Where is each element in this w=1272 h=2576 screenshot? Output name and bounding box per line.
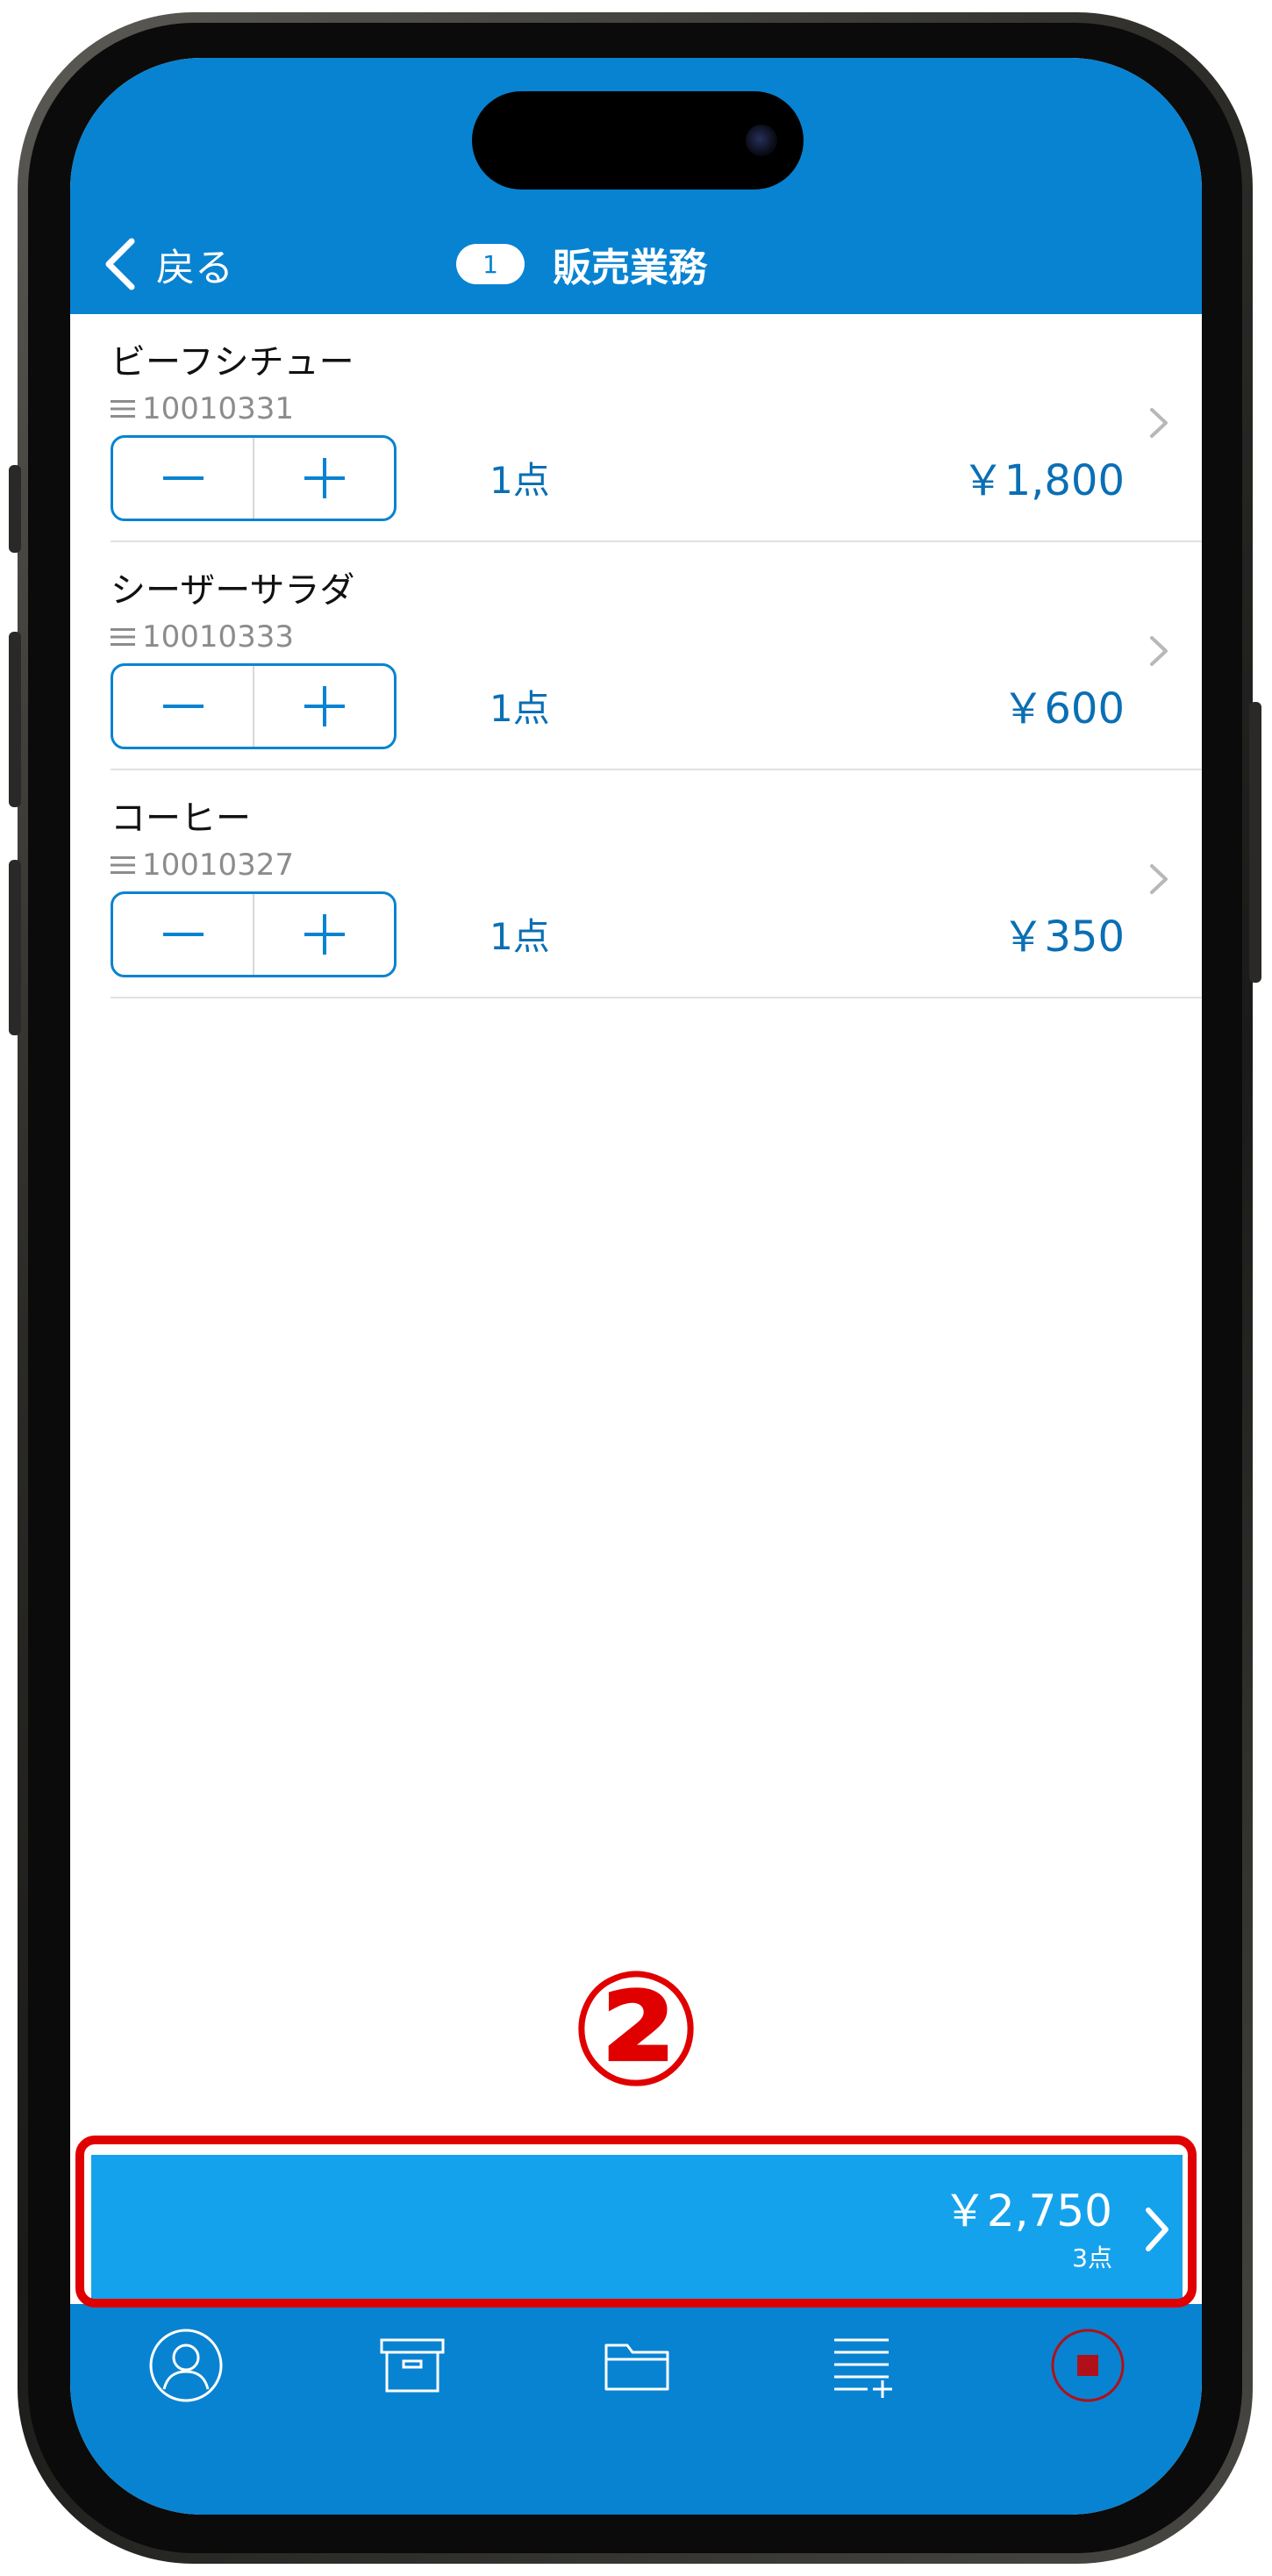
- chevron-right-icon: [1150, 864, 1168, 894]
- back-button[interactable]: 戻る: [102, 233, 233, 295]
- page-title: 販売業務: [553, 246, 707, 290]
- item-name: ビーフシチュー: [111, 342, 354, 383]
- folder-icon: [604, 2343, 669, 2391]
- menu-lines-icon: [111, 856, 135, 874]
- plus-icon: [304, 686, 345, 726]
- volume-down-button: [9, 860, 21, 1035]
- camera-icon: [746, 125, 777, 156]
- item-code: 10010327: [142, 848, 295, 883]
- plus-icon: [304, 914, 345, 955]
- increment-button[interactable]: [254, 666, 394, 747]
- item-code: 10010333: [142, 619, 295, 655]
- menu-lines-icon: [111, 400, 135, 418]
- power-button: [1249, 702, 1261, 983]
- decrement-button[interactable]: [113, 666, 254, 747]
- back-label: 戻る: [156, 246, 233, 290]
- item-price: ￥350: [1002, 912, 1125, 962]
- increment-button[interactable]: [254, 438, 394, 519]
- chevron-right-icon: [1150, 636, 1168, 666]
- tab-list-add[interactable]: [818, 2322, 905, 2409]
- quantity-stepper: [111, 891, 397, 977]
- tab-stop[interactable]: [1044, 2322, 1132, 2409]
- item-quantity: 1点: [490, 687, 550, 730]
- increment-button[interactable]: [254, 894, 394, 975]
- list-item[interactable]: シーザーサラダ 10010333 1点 ￥600: [70, 542, 1202, 770]
- tab-folder[interactable]: [593, 2322, 681, 2409]
- app-screen: 戻る 1 販売業務 ビーフシチュー 10010331 1点 ￥1,800 シーザ…: [70, 58, 1202, 2515]
- nav-title-group: 1 販売業務: [456, 233, 707, 295]
- plus-icon: [304, 458, 345, 498]
- tab-archive[interactable]: [368, 2322, 456, 2409]
- action-button: [9, 465, 21, 553]
- item-code-row: 10010331: [111, 391, 294, 426]
- annotation-highlight-box: [75, 2136, 1197, 2308]
- archive-box-icon: [380, 2338, 445, 2393]
- item-quantity: 1点: [490, 915, 550, 958]
- volume-up-button: [9, 632, 21, 807]
- list-item[interactable]: ビーフシチュー 10010331 1点 ￥1,800: [70, 314, 1202, 542]
- item-name: コーヒー: [111, 798, 251, 839]
- decrement-button[interactable]: [113, 438, 254, 519]
- dynamic-island: [472, 91, 804, 190]
- chevron-left-icon: [105, 238, 135, 290]
- stop-icon: [1051, 2329, 1125, 2402]
- divider: [111, 997, 1202, 998]
- tab-customer[interactable]: [142, 2322, 230, 2409]
- item-code: 10010331: [142, 391, 295, 426]
- quantity-stepper: [111, 435, 397, 521]
- nav-bar: 戻る 1 販売業務: [70, 58, 1202, 314]
- item-code-row: 10010333: [111, 619, 294, 655]
- item-code-row: 10010327: [111, 848, 294, 883]
- item-list: ビーフシチュー 10010331 1点 ￥1,800 シーザーサラダ 10010…: [70, 314, 1202, 998]
- item-quantity: 1点: [490, 459, 550, 502]
- minus-icon: [162, 705, 204, 708]
- person-icon: [149, 2329, 223, 2402]
- count-badge: 1: [456, 244, 525, 284]
- item-price: ￥1,800: [961, 456, 1125, 505]
- quantity-stepper: [111, 663, 397, 749]
- tab-bar: [70, 2311, 1202, 2434]
- annotation-number: ②: [568, 1938, 704, 2122]
- item-price: ￥600: [1002, 684, 1125, 733]
- minus-icon: [162, 476, 204, 480]
- list-add-icon: [834, 2338, 892, 2398]
- decrement-button[interactable]: [113, 894, 254, 975]
- menu-lines-icon: [111, 628, 135, 646]
- chevron-right-icon: [1150, 408, 1168, 438]
- minus-icon: [162, 933, 204, 936]
- item-name: シーザーサラダ: [111, 570, 355, 611]
- list-item[interactable]: コーヒー 10010327 1点 ￥350: [70, 770, 1202, 998]
